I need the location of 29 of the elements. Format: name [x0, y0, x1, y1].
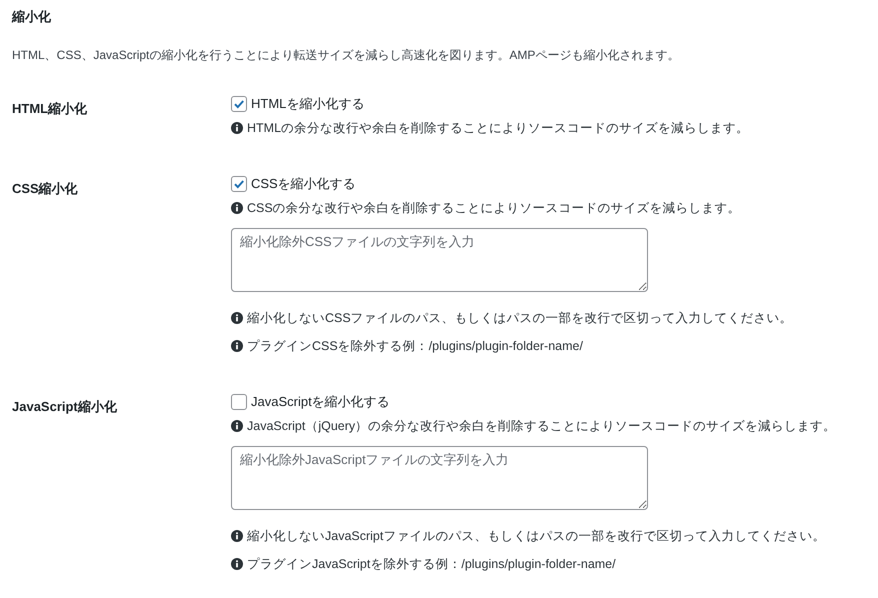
info-icon [231, 122, 243, 134]
setting-label: CSS縮小化 [12, 180, 79, 198]
exclude-input-field[interactable]: 縮小化除外CSSファイルの文字列を入力 [231, 228, 648, 292]
setting-label: HTML縮小化 [12, 100, 88, 118]
hint-text: JavaScript（jQuery）の余分な改行や余白を削除することによりソースコードのサイズを減らします。 [247, 418, 836, 435]
note-text: プラグインCSSを除外する例：/plugins/plugin-folder-name/ [247, 338, 583, 355]
info-icon [231, 202, 243, 214]
note-text: 縮小化しないJavaScriptファイルのパス、もしくはパスの一部を改行で区切って入力してください。 [247, 528, 826, 545]
checkbox-label[interactable]: CSSを縮小化する [251, 174, 356, 194]
info-icon [231, 420, 243, 432]
info-icon [231, 558, 243, 570]
note-text: プラグインJavaScriptを除外する例：/plugins/plugin-folder-name/ [247, 556, 616, 573]
checkmark-icon [233, 178, 245, 190]
section-heading: 縮小化 [12, 8, 52, 26]
note-text: 縮小化しないCSSファイルのパス、もしくはパスの一部を改行で区切って入力してください。 [247, 310, 793, 327]
checkbox-label[interactable]: HTMLを縮小化する [251, 94, 364, 114]
info-icon [231, 340, 243, 352]
checkbox[interactable] [231, 176, 247, 192]
section-description: HTML、CSS、JavaScriptの縮小化を行うことにより転送サイズを減らし高速化を図ります。AMPページも縮小化されます。 [12, 47, 680, 64]
info-icon [231, 312, 243, 324]
info-icon [231, 530, 243, 542]
checkbox-label[interactable]: JavaScriptを縮小化する [251, 392, 390, 412]
checkmark-icon [233, 98, 245, 110]
checkbox[interactable] [231, 394, 247, 410]
hint-text: HTMLの余分な改行や余白を削除することによりソースコードのサイズを減らします。 [247, 120, 750, 137]
exclude-input-field[interactable]: 縮小化除外JavaScriptファイルの文字列を入力 [231, 446, 648, 510]
hint-text: CSSの余分な改行や余白を削除することによりソースコードのサイズを減らします。 [247, 200, 741, 217]
setting-label: JavaScript縮小化 [12, 398, 118, 416]
checkbox[interactable] [231, 96, 247, 112]
